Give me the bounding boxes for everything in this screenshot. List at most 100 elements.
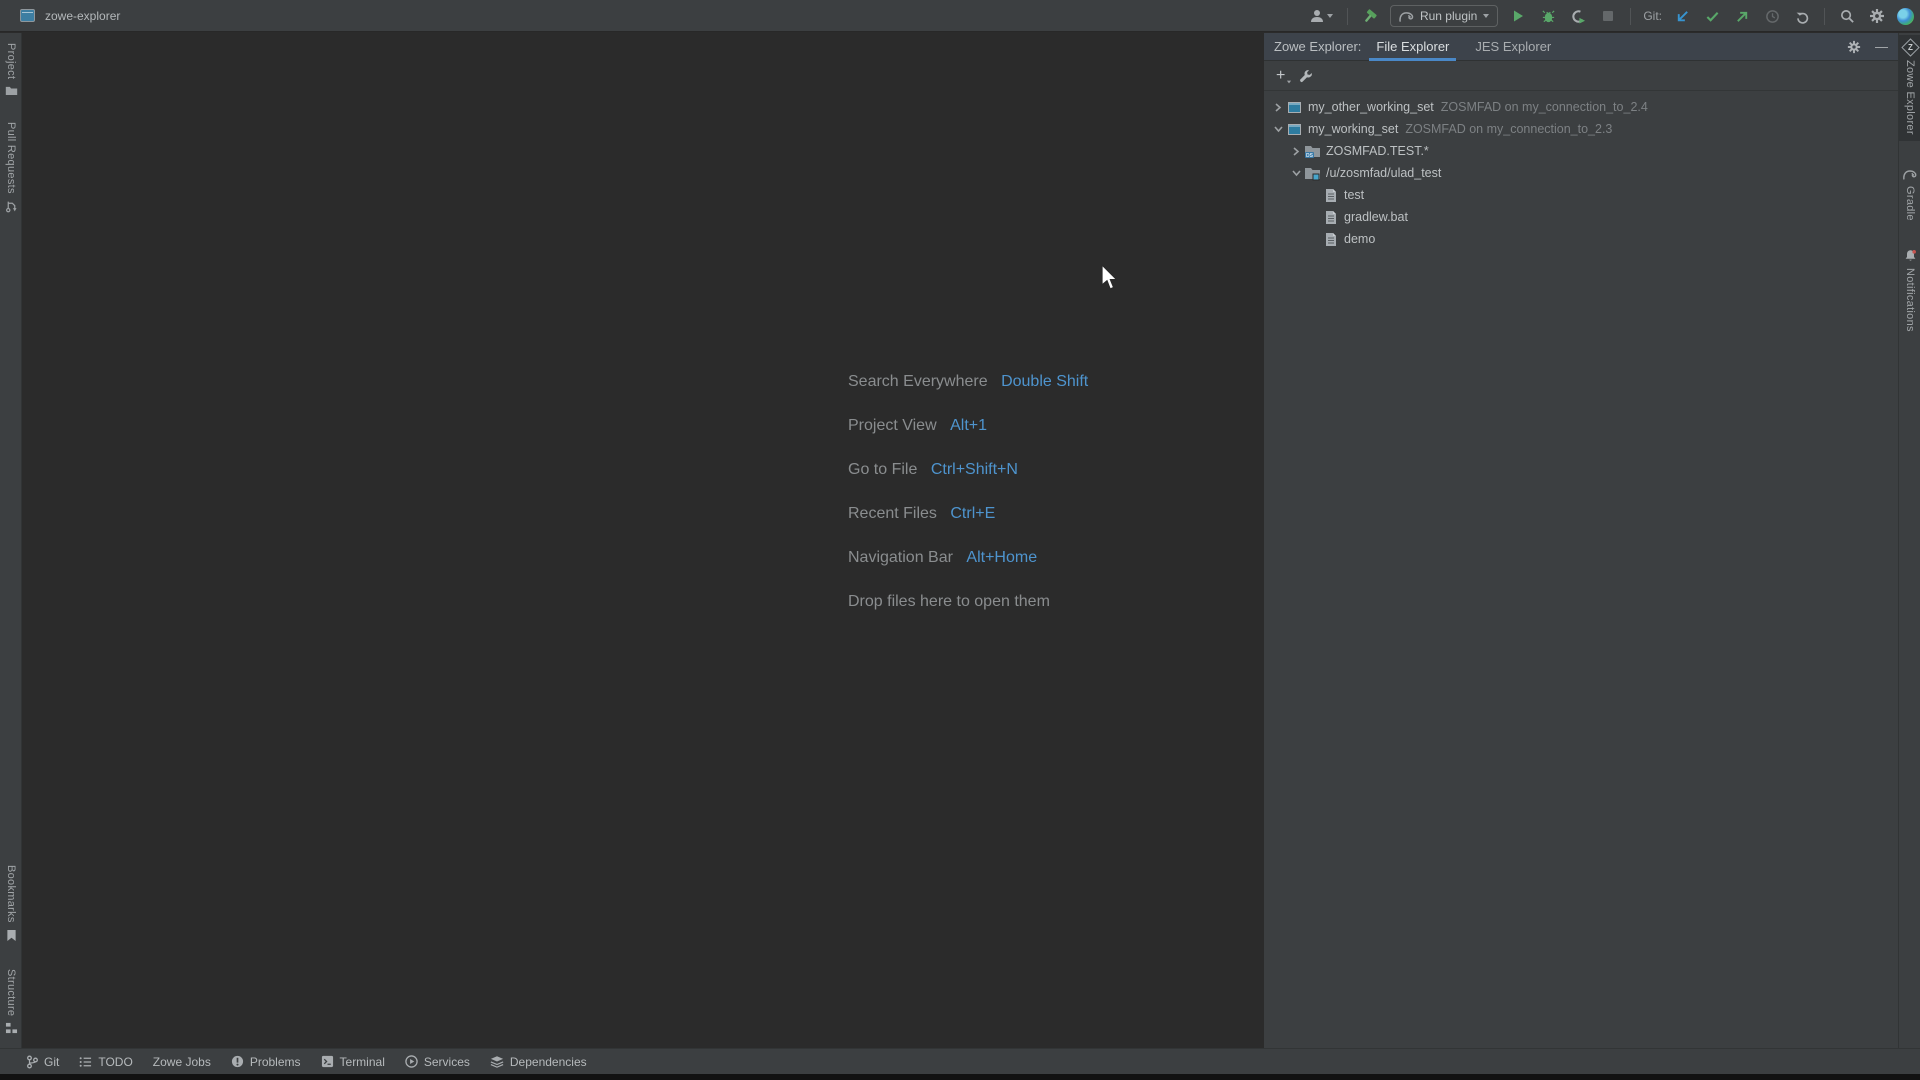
git-commit-icon[interactable] (1702, 6, 1722, 26)
tree-row[interactable]: DS ZOSMFAD.TEST.* (1264, 140, 1898, 162)
file-icon (1322, 209, 1339, 225)
debug-button[interactable] (1538, 6, 1558, 26)
toolbar-separator (1824, 8, 1825, 25)
tool-window-header-actions: — (1847, 40, 1888, 54)
zowe-icon: Z (1901, 38, 1919, 56)
tree-item-name: /u/zosmfad/ulad_test (1326, 166, 1441, 180)
bottom-item-label: Problems (250, 1055, 301, 1069)
file-icon (1322, 187, 1339, 203)
stripe-label: Notifications (1904, 268, 1916, 332)
editor-area: Search Everywhere Double Shift Project V… (23, 33, 1264, 1048)
shortcut-keys: Ctrl+E (950, 505, 995, 522)
dependencies-icon (490, 1055, 504, 1068)
stripe-button-project[interactable]: Project (0, 37, 22, 102)
run-configuration-select[interactable]: Run plugin (1390, 5, 1498, 27)
bottom-tool-window-bar: Git TODO Zowe Jobs Problems Terminal Ser… (0, 1048, 1920, 1074)
rollback-icon[interactable] (1792, 6, 1812, 26)
stop-button (1598, 6, 1618, 26)
stripe-button-zowe-explorer[interactable]: Z Zowe Explorer (1899, 35, 1920, 141)
stripe-button-bookmarks[interactable]: Bookmarks (0, 859, 22, 948)
tree-item-name: my_working_set (1308, 122, 1398, 136)
chevron-spacer (1306, 231, 1322, 247)
gradle-elephant-icon (1399, 11, 1414, 22)
tree-row[interactable]: my_working_set ZOSMFAD on my_connection_… (1264, 118, 1898, 140)
chevron-right-icon[interactable] (1270, 99, 1286, 115)
stripe-label: Bookmarks (5, 865, 17, 923)
hide-panel-icon[interactable]: — (1875, 42, 1888, 52)
toolbar-separator (1347, 8, 1348, 25)
bottom-item-git[interactable]: Git (26, 1055, 59, 1069)
shortcut-action: Navigation Bar (848, 549, 953, 566)
shortcut-action: Search Everywhere (848, 373, 988, 390)
title-bar: zowe-explorer Run plugin Git: (0, 0, 1920, 32)
git-branch-icon (26, 1055, 38, 1069)
tab-jes-explorer[interactable]: JES Explorer (1464, 33, 1562, 61)
main-toolbar: Run plugin Git: (1307, 0, 1914, 32)
chevron-down-icon (1483, 14, 1489, 18)
stripe-label: Zowe Explorer (1904, 60, 1916, 135)
drop-files-hint: Drop files here to open them (848, 593, 1088, 611)
user-account-icon[interactable] (1307, 6, 1335, 26)
stripe-label: Pull Requests (5, 122, 17, 194)
tab-label: File Explorer (1376, 39, 1449, 54)
wrench-settings-icon[interactable] (1299, 69, 1313, 83)
todo-list-icon (79, 1056, 92, 1068)
panel-settings-gear-icon[interactable] (1847, 40, 1861, 54)
bottom-item-dependencies[interactable]: Dependencies (490, 1055, 587, 1069)
tree-item-name: gradlew.bat (1344, 210, 1408, 224)
tree-item-name: demo (1344, 232, 1375, 246)
mouse-cursor (1100, 264, 1120, 292)
search-everywhere-icon[interactable] (1837, 6, 1857, 26)
chevron-right-icon[interactable] (1288, 143, 1304, 159)
bottom-item-label: Services (424, 1055, 470, 1069)
tab-file-explorer[interactable]: File Explorer (1365, 33, 1460, 61)
tool-window-header: Zowe Explorer: File Explorer JES Explore… (1264, 33, 1898, 61)
chevron-spacer (1306, 187, 1322, 203)
chevron-down-icon[interactable] (1288, 165, 1304, 181)
svg-text:DS: DS (1306, 152, 1314, 158)
bottom-item-problems[interactable]: Problems (231, 1055, 301, 1069)
build-hammer-icon[interactable] (1360, 6, 1380, 26)
bottom-item-terminal[interactable]: Terminal (321, 1055, 385, 1069)
stripe-label: Structure (5, 969, 17, 1016)
stripe-button-structure[interactable]: Structure (0, 963, 22, 1040)
bottom-item-zowe-jobs[interactable]: Zowe Jobs (153, 1055, 211, 1069)
git-update-project-icon[interactable] (1672, 6, 1692, 26)
chevron-down-icon (1287, 80, 1291, 83)
tree-item-name: my_other_working_set (1308, 100, 1434, 114)
add-item-button[interactable]: + (1276, 69, 1285, 83)
bottom-item-services[interactable]: Services (405, 1055, 470, 1069)
file-explorer-tree: my_other_working_set ZOSMFAD on my_conne… (1264, 91, 1898, 250)
profiler-button[interactable] (1568, 6, 1588, 26)
run-button[interactable] (1508, 6, 1528, 26)
stripe-button-gradle[interactable]: Gradle (1899, 163, 1920, 227)
settings-gear-icon[interactable] (1867, 6, 1887, 26)
bottom-item-label: Terminal (340, 1055, 385, 1069)
panel-toolbar: + (1264, 61, 1898, 91)
tree-row[interactable]: test (1264, 184, 1898, 206)
bottom-item-label: Dependencies (510, 1055, 587, 1069)
git-push-icon[interactable] (1732, 6, 1752, 26)
toolbar-separator (1630, 8, 1631, 25)
tree-item-detail: ZOSMFAD on my_connection_to_2.3 (1405, 122, 1612, 136)
stripe-button-pull-requests[interactable]: Pull Requests (0, 116, 22, 219)
stripe-label: Project (5, 43, 17, 79)
right-tool-window-stripe: Z Zowe Explorer Gradle Notifications (1898, 33, 1920, 1048)
terminal-icon (321, 1055, 334, 1068)
tree-row[interactable]: my_other_working_set ZOSMFAD on my_conne… (1264, 96, 1898, 118)
app-window-icon (20, 9, 35, 22)
shortcut-keys: Alt+Home (966, 549, 1037, 566)
profile-avatar-icon[interactable] (1897, 8, 1914, 25)
tree-row[interactable]: /u/zosmfad/ulad_test (1264, 162, 1898, 184)
chevron-down-icon[interactable] (1270, 121, 1286, 137)
zowe-explorer-tool-window: Zowe Explorer: File Explorer JES Explore… (1264, 33, 1898, 1048)
bottom-item-label: TODO (98, 1055, 132, 1069)
tab-label: JES Explorer (1475, 39, 1551, 54)
tool-window-title: Zowe Explorer: (1274, 39, 1361, 54)
stripe-button-notifications[interactable]: Notifications (1899, 243, 1920, 338)
shortcut-row: Go to File Ctrl+Shift+N (848, 461, 1088, 479)
tree-row[interactable]: demo (1264, 228, 1898, 250)
tree-row[interactable]: gradlew.bat (1264, 206, 1898, 228)
structure-icon (5, 1022, 18, 1034)
bottom-item-todo[interactable]: TODO (79, 1055, 132, 1069)
